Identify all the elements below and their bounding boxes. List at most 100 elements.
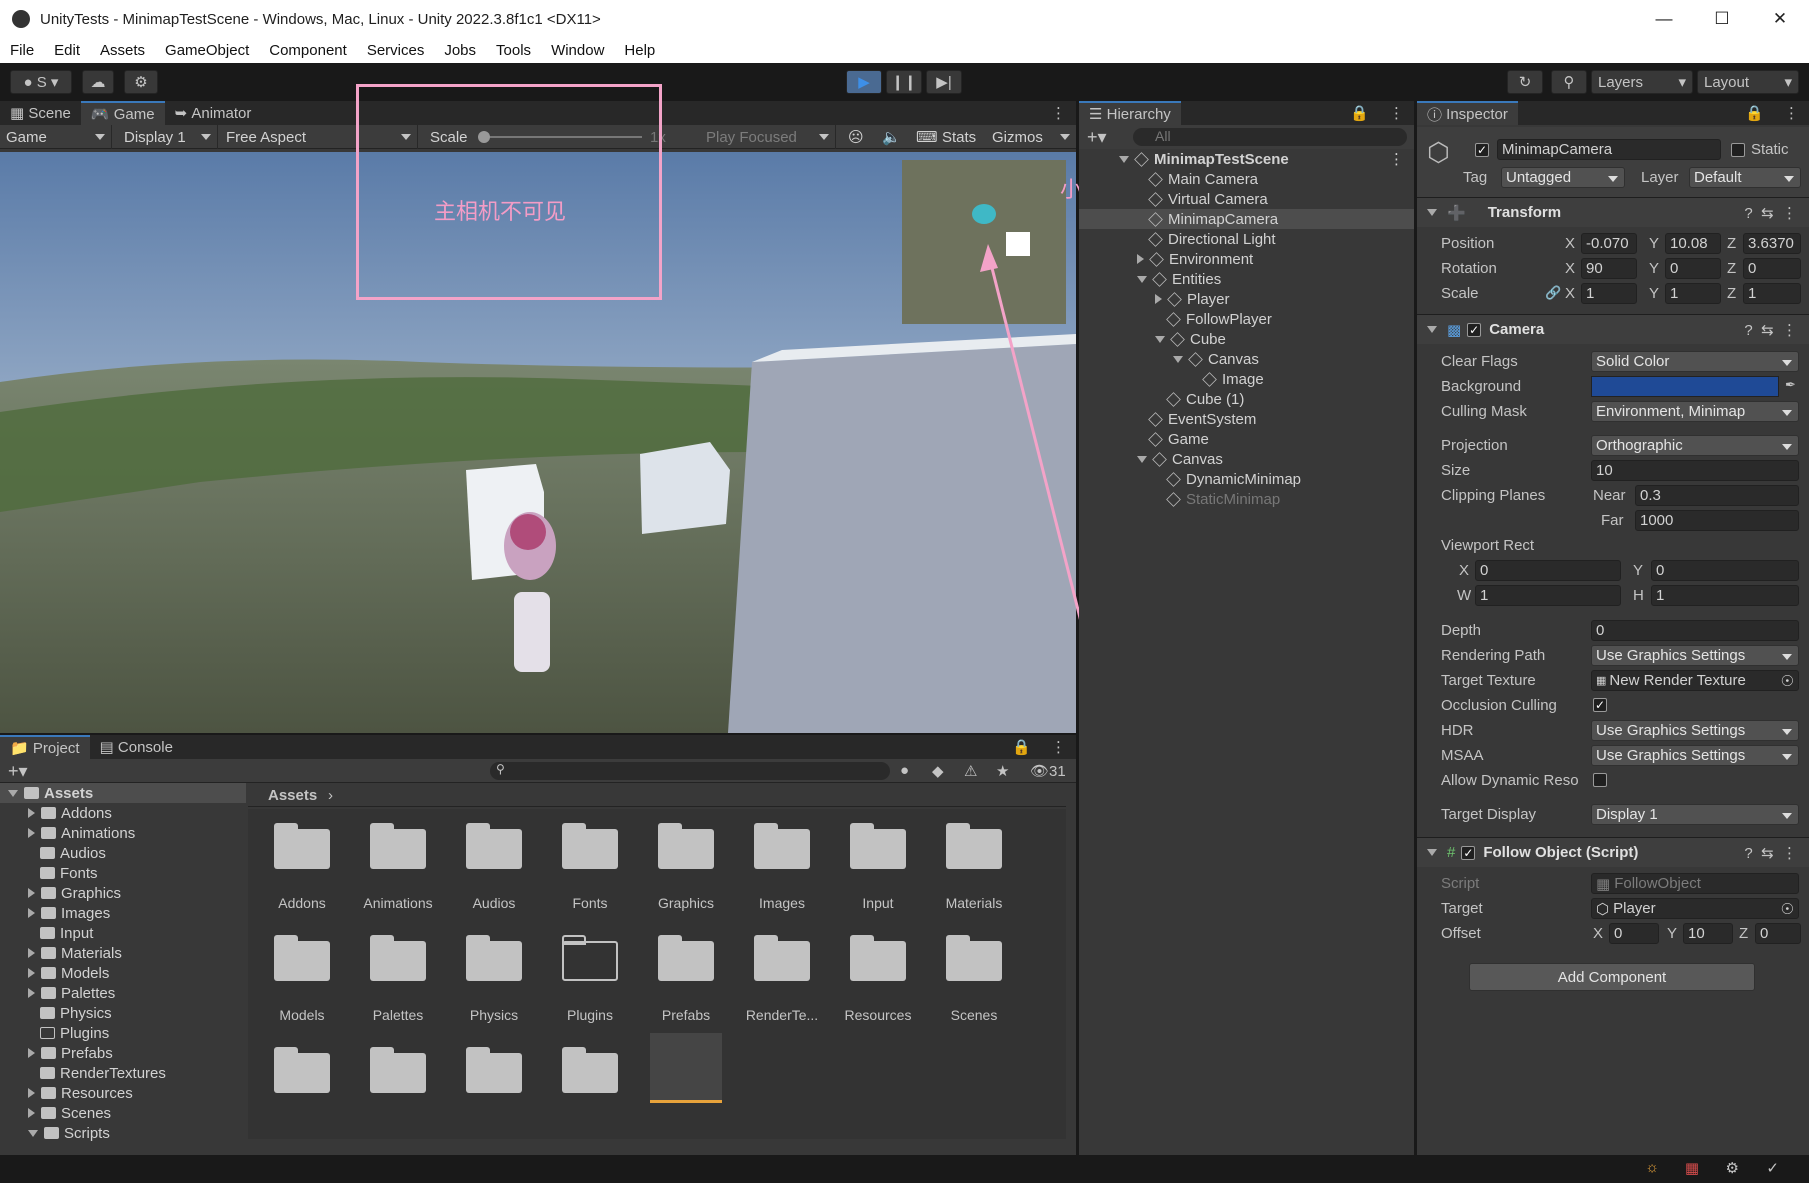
foldout-arrow-icon[interactable] <box>28 908 35 918</box>
hierarchy-item[interactable]: MinimapCamera <box>1079 209 1414 229</box>
project-tree-item[interactable]: Palettes <box>0 983 246 1003</box>
component-menu-icon[interactable]: ? ⇆ ⋮ <box>1744 321 1797 339</box>
eyedropper-icon[interactable]: ✒ <box>1785 377 1796 393</box>
hierarchy-search-input[interactable]: All <box>1133 128 1407 146</box>
follow-object-header[interactable]: # ✓ Follow Object (Script) ? ⇆ ⋮ <box>1417 837 1809 867</box>
folder-icon[interactable] <box>754 823 810 869</box>
viewport-w-field[interactable]: 1 <box>1475 585 1621 606</box>
far-field[interactable]: 1000 <box>1635 510 1799 531</box>
cache-server-icon[interactable]: ▦ <box>1685 1159 1699 1177</box>
target-display-dropdown[interactable]: Display 1 <box>1591 804 1799 825</box>
project-tree-item[interactable]: Fonts <box>0 863 246 883</box>
foldout-arrow-icon[interactable] <box>1137 254 1144 264</box>
link-icon[interactable]: 🔗 <box>1545 285 1561 301</box>
auto-refresh-icon[interactable]: ⚙ <box>1726 1159 1739 1177</box>
project-tree-item[interactable]: Scripts <box>0 1123 246 1143</box>
breadcrumb-assets[interactable]: Assets <box>268 787 317 804</box>
add-icon[interactable]: +▾ <box>1087 127 1107 148</box>
more-options-icon[interactable]: ⋮ <box>1389 150 1404 168</box>
camera-enabled-checkbox[interactable]: ✓ <box>1467 322 1482 337</box>
foldout-arrow-icon[interactable] <box>28 1048 35 1058</box>
background-color-field[interactable] <box>1591 376 1779 397</box>
folder-icon[interactable] <box>562 935 618 981</box>
hdr-dropdown[interactable]: Use Graphics Settings <box>1591 720 1799 741</box>
foldout-arrow-icon[interactable] <box>28 968 35 978</box>
project-tree-item[interactable]: Addons <box>0 803 246 823</box>
hierarchy-item[interactable]: Main Camera <box>1079 169 1414 189</box>
folder-icon[interactable] <box>274 1047 330 1093</box>
project-tree-item[interactable]: Audios <box>0 843 246 863</box>
project-tree-item[interactable]: Input <box>0 923 246 943</box>
hierarchy-item[interactable]: Player <box>1079 289 1414 309</box>
project-tree-item[interactable]: Animations <box>0 823 246 843</box>
folder-icon[interactable] <box>850 935 906 981</box>
culling-mask-dropdown[interactable]: Environment, Minimap <box>1591 401 1799 422</box>
tab-hierarchy[interactable]: ☰ Hierarchy <box>1079 101 1181 125</box>
pos-y-field[interactable]: 10.08 <box>1665 233 1721 254</box>
hierarchy-item[interactable]: FollowPlayer <box>1079 309 1414 329</box>
static-checkbox[interactable] <box>1731 143 1745 157</box>
clear-flags-dropdown[interactable]: Solid Color <box>1591 351 1799 372</box>
viewport-h-field[interactable]: 1 <box>1651 585 1799 606</box>
hierarchy-item[interactable]: Canvas <box>1079 349 1414 369</box>
camera-header[interactable]: ▩ ✓ Camera ? ⇆ ⋮ <box>1417 314 1809 344</box>
scl-x-field[interactable]: 1 <box>1581 283 1637 304</box>
component-menu-icon[interactable]: ? ⇆ ⋮ <box>1744 204 1797 222</box>
project-search-input[interactable]: ⚲ <box>490 762 890 780</box>
hierarchy-item[interactable]: MinimapTestScene ⋮ <box>1079 149 1414 169</box>
foldout-arrow-icon[interactable] <box>28 1088 35 1098</box>
more-options-icon[interactable]: ⋮ <box>1774 101 1809 125</box>
foldout-arrow-icon[interactable] <box>1137 275 1147 283</box>
rot-z-field[interactable]: 0 <box>1743 258 1801 279</box>
offset-z-field[interactable]: 0 <box>1755 923 1801 944</box>
offset-x-field[interactable]: 0 <box>1609 923 1659 944</box>
project-tree-item[interactable]: Assets <box>0 783 246 803</box>
occlusion-culling-checkbox[interactable]: ✓ <box>1593 698 1607 712</box>
folder-icon[interactable] <box>466 935 522 981</box>
scl-y-field[interactable]: 1 <box>1665 283 1721 304</box>
more-options-icon[interactable]: ⋮ <box>1379 101 1414 125</box>
foldout-arrow-icon[interactable] <box>1155 294 1162 304</box>
hierarchy-item[interactable]: Entities <box>1079 269 1414 289</box>
project-tree-item[interactable]: Materials <box>0 943 246 963</box>
hierarchy-item[interactable]: Canvas <box>1079 449 1414 469</box>
folder-icon[interactable] <box>370 935 426 981</box>
layer-dropdown[interactable]: Default <box>1689 167 1801 188</box>
hierarchy-item[interactable]: DynamicMinimap <box>1079 469 1414 489</box>
foldout-arrow-icon[interactable] <box>28 888 35 898</box>
tab-console[interactable]: ▤ Console <box>90 735 183 759</box>
foldout-arrow-icon[interactable] <box>1173 355 1183 363</box>
hierarchy-item[interactable]: Image <box>1079 369 1414 389</box>
object-picker-icon[interactable]: ☉ <box>1781 672 1794 690</box>
foldout-arrow-icon[interactable] <box>28 808 35 818</box>
folder-icon[interactable] <box>562 1047 618 1093</box>
project-tree-item[interactable]: Prefabs <box>0 1043 246 1063</box>
hierarchy-item[interactable]: Cube <box>1079 329 1414 349</box>
hierarchy-item[interactable]: Environment <box>1079 249 1414 269</box>
folder-icon[interactable] <box>466 823 522 869</box>
foldout-arrow-icon[interactable] <box>1137 455 1147 463</box>
projection-dropdown[interactable]: Orthographic <box>1591 435 1799 456</box>
active-checkbox[interactable]: ✓ <box>1475 143 1489 157</box>
allow-dynamic-resolution-checkbox[interactable] <box>1593 773 1607 787</box>
foldout-arrow-icon[interactable] <box>28 828 35 838</box>
progress-check-icon[interactable]: ✓ <box>1766 1159 1779 1177</box>
favorite-star-icon[interactable]: ★ <box>996 762 1009 780</box>
viewport-y-field[interactable]: 0 <box>1651 560 1799 581</box>
component-menu-icon[interactable]: ? ⇆ ⋮ <box>1744 844 1797 862</box>
hierarchy-item[interactable]: StaticMinimap <box>1079 489 1414 509</box>
foldout-arrow-icon[interactable] <box>28 988 35 998</box>
hierarchy-item[interactable]: Cube (1) <box>1079 389 1414 409</box>
rendering-path-dropdown[interactable]: Use Graphics Settings <box>1591 645 1799 666</box>
alert-icon[interactable]: ⚠ <box>964 762 977 780</box>
render-texture-thumbnail[interactable] <box>650 1033 722 1103</box>
folder-icon[interactable] <box>466 1047 522 1093</box>
msaa-dropdown[interactable]: Use Graphics Settings <box>1591 745 1799 766</box>
hidden-packages-icon[interactable]: 👁31 <box>1030 762 1066 780</box>
foldout-arrow-icon[interactable] <box>8 789 18 797</box>
folder-icon[interactable] <box>274 935 330 981</box>
folder-icon[interactable] <box>850 823 906 869</box>
near-field[interactable]: 0.3 <box>1635 485 1799 506</box>
tab-inspector[interactable]: ⓘ Inspector <box>1417 101 1518 125</box>
filter-type-icon[interactable]: ● <box>900 762 909 779</box>
